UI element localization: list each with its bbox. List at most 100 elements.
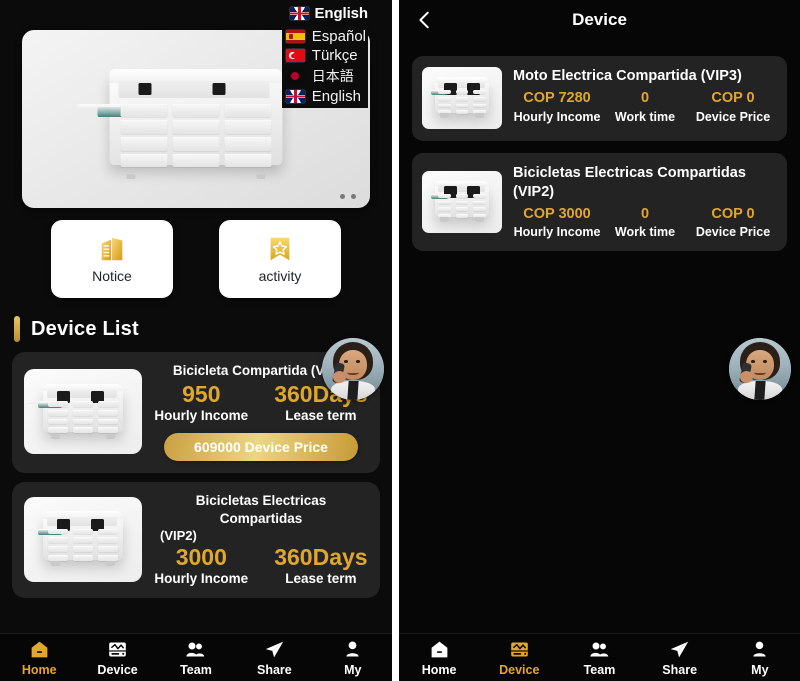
- user-profile-icon: [748, 639, 772, 660]
- device-stat: COP 7280 Hourly Income: [513, 88, 601, 124]
- owned-device-item[interactable]: Moto Electrica Compartida (VIP3) COP 728…: [412, 56, 787, 141]
- stat-label: Work time: [615, 110, 675, 124]
- device-stats: COP 3000 Hourly Income 0 Work time COP 0…: [513, 204, 777, 240]
- nav-item-share[interactable]: Share: [239, 639, 309, 677]
- stat-label: Work time: [615, 225, 675, 239]
- language-option-turkce[interactable]: Türkçe: [282, 46, 368, 65]
- device-thumbnail: [24, 497, 142, 582]
- turkey-flag-icon: [286, 49, 305, 62]
- stat-label: Lease term: [285, 408, 356, 423]
- share-paperplane-icon: [262, 639, 286, 660]
- device-monitor-icon: [507, 639, 531, 660]
- activity-button[interactable]: activity: [219, 220, 341, 298]
- carousel-dot[interactable]: [340, 194, 345, 199]
- japan-flag-icon: [286, 70, 305, 83]
- owned-device-body: Moto Electrica Compartida (VIP3) COP 728…: [513, 67, 777, 129]
- language-selector-current[interactable]: English: [290, 5, 368, 22]
- page-title: Device List: [31, 318, 139, 341]
- carousel-dots[interactable]: [340, 194, 356, 199]
- stat-value: COP 7280: [523, 88, 590, 110]
- device-stat: COP 0 Device Price: [689, 204, 777, 240]
- nav-label: My: [751, 663, 768, 677]
- device-monitor-icon: [106, 639, 130, 660]
- device-card-body: Bicicletas Electricas Compartidas (VIP2)…: [154, 492, 368, 586]
- device-screen-header: Device: [399, 0, 800, 40]
- device-stat: COP 3000 Hourly Income: [513, 204, 601, 240]
- nav-label: Share: [662, 663, 697, 677]
- nav-item-device[interactable]: Device: [83, 639, 153, 677]
- owned-device-item[interactable]: Bicicletas Electricas Compartidas (VIP2)…: [412, 153, 787, 251]
- device-stat: 360Days Lease term: [274, 545, 367, 586]
- nav-label: Device: [97, 663, 137, 677]
- charging-station-illustration: [94, 67, 299, 179]
- stat-value: 0: [641, 204, 649, 226]
- nav-item-device[interactable]: Device: [484, 639, 554, 677]
- notice-button[interactable]: Notice: [51, 220, 173, 298]
- back-chevron-icon[interactable]: [413, 8, 437, 32]
- owned-device-body: Bicicletas Electricas Compartidas (VIP2)…: [513, 164, 777, 239]
- device-stats: COP 7280 Hourly Income 0 Work time COP 0…: [513, 88, 777, 124]
- app-root: English Español Türkçe 日本語 English: [0, 0, 800, 681]
- nav-item-my[interactable]: My: [318, 639, 388, 677]
- nav-item-team[interactable]: Team: [564, 639, 634, 677]
- carousel-dot[interactable]: [351, 194, 356, 199]
- language-option-espanol[interactable]: Español: [282, 27, 368, 46]
- customer-support-avatar[interactable]: [322, 338, 384, 400]
- language-selected-label: English: [315, 5, 368, 22]
- device-stat: COP 0 Device Price: [689, 88, 777, 124]
- stat-label: Hourly Income: [514, 110, 601, 124]
- screen-title: Device: [399, 10, 800, 30]
- nav-label: Home: [422, 663, 457, 677]
- device-title: Bicicletas Electricas Compartidas: [154, 492, 368, 528]
- stat-value: COP 3000: [523, 204, 590, 226]
- language-option-label: Español: [312, 28, 366, 45]
- owned-device-list: Moto Electrica Compartida (VIP3) COP 728…: [399, 40, 800, 251]
- device-stat: 0 Work time: [601, 88, 689, 124]
- team-people-icon: [184, 639, 208, 660]
- customer-support-avatar[interactable]: [729, 338, 791, 400]
- stat-label: Device Price: [696, 225, 770, 239]
- nav-item-share[interactable]: Share: [645, 639, 715, 677]
- stat-value: COP 0: [711, 204, 754, 226]
- uk-flag-icon: [290, 7, 309, 20]
- nav-label: Team: [180, 663, 212, 677]
- stat-value: 3000: [176, 545, 227, 571]
- device-list-item[interactable]: Bicicletas Electricas Compartidas (VIP2)…: [12, 482, 380, 598]
- stat-label: Hourly Income: [154, 408, 248, 423]
- home-icon: [27, 639, 51, 660]
- language-dropdown-menu[interactable]: Español Türkçe 日本語 English: [282, 26, 368, 108]
- stat-value: 950: [182, 382, 220, 408]
- nav-item-team[interactable]: Team: [161, 639, 231, 677]
- language-bar: English: [0, 0, 392, 26]
- team-people-icon: [587, 639, 611, 660]
- star-bookmark-icon: [265, 234, 295, 264]
- language-option-label: English: [312, 88, 361, 105]
- language-option-label: Türkçe: [312, 47, 358, 64]
- bottom-navigation: Home Device: [0, 633, 392, 681]
- stat-label: Hourly Income: [154, 571, 248, 586]
- panel-divider: [392, 0, 399, 681]
- nav-item-home[interactable]: Home: [4, 639, 74, 677]
- spain-flag-icon: [286, 30, 305, 43]
- activity-label: activity: [259, 268, 302, 284]
- bottom-navigation: Home Device: [399, 633, 800, 681]
- device-price-button[interactable]: 609000 Device Price: [164, 433, 358, 461]
- language-option-japanese[interactable]: 日本語: [282, 65, 368, 87]
- notice-label: Notice: [92, 268, 132, 284]
- device-screen-panel: Device: [399, 0, 800, 681]
- stat-label: Lease term: [285, 571, 356, 586]
- share-paperplane-icon: [668, 639, 692, 660]
- device-vip-tier: (VIP2): [160, 528, 197, 543]
- nav-item-home[interactable]: Home: [404, 639, 474, 677]
- device-title: Bicicletas Electricas Compartidas (VIP2): [513, 164, 777, 202]
- device-stat: 0 Work time: [601, 204, 689, 240]
- nav-label: Home: [22, 663, 57, 677]
- device-stat: 950 Hourly Income: [154, 382, 248, 423]
- language-option-label: 日本語: [312, 66, 354, 86]
- nav-label: Team: [584, 663, 616, 677]
- device-stats: 3000 Hourly Income 360Days Lease term: [154, 545, 367, 586]
- nav-item-my[interactable]: My: [725, 639, 795, 677]
- language-option-english[interactable]: English: [282, 87, 368, 106]
- device-thumbnail: [422, 171, 502, 233]
- stat-label: Device Price: [696, 110, 770, 124]
